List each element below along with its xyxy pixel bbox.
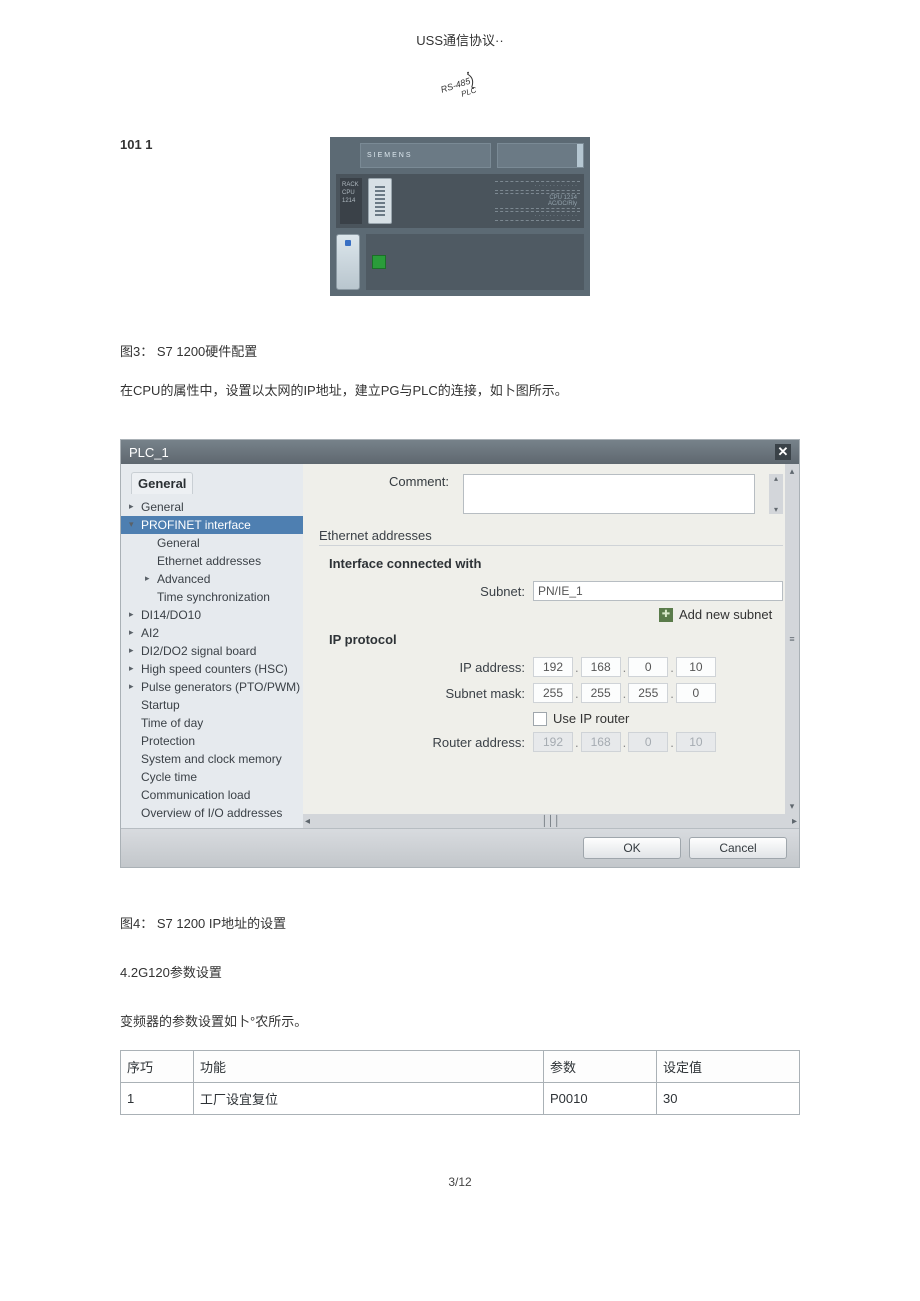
nav-profinet[interactable]: PROFINET interface (121, 516, 303, 534)
section-4-2: 4.2G120参数设置 (120, 962, 920, 981)
nav-advanced[interactable]: Advanced (121, 570, 303, 588)
tab-general[interactable]: General (131, 472, 193, 494)
rs485-plc-logo: RS-485 PLC (435, 67, 485, 107)
hw-slot (368, 178, 392, 224)
cancel-button[interactable]: Cancel (689, 837, 787, 859)
router-address-label: Router address: (319, 735, 533, 750)
nav-di14[interactable]: DI14/DO10 (121, 606, 303, 624)
section-4-2-line: 变频器的参数设置如卜°农所示。 (120, 1011, 920, 1030)
nav-profinet-general[interactable]: General (121, 534, 303, 552)
nav-time-sync[interactable]: Time synchronization (121, 588, 303, 606)
use-ip-router-label: Use IP router (553, 711, 629, 726)
th-val: 设定值 (657, 1051, 800, 1083)
subnet-label: Subnet: (319, 584, 533, 599)
page-number: 3/12 (0, 1175, 920, 1189)
comment-scrollbar[interactable]: ▴▾ (769, 474, 783, 514)
subnet-mask-input[interactable]: 255. 255. 255. 0 (533, 683, 716, 703)
add-subnet-button[interactable]: Add new subnet (679, 607, 772, 622)
nav-ethernet-addresses[interactable]: Ethernet addresses (121, 552, 303, 570)
nav-ai2[interactable]: AI2 (121, 624, 303, 642)
th-par: 参数 (544, 1051, 657, 1083)
sub-interface-connected: Interface connected with (329, 556, 783, 571)
fig4-caption: 图4： S7 1200 IP地址的设置 (120, 913, 920, 932)
nav-ioover[interactable]: Overview of I/O addresses (121, 804, 303, 822)
comment-label: Comment: (319, 474, 449, 489)
fig3-para: 在CPU的属性中，设置以太网的IP地址，建立PG与PLC的连接，如卜图所示。 (120, 380, 920, 399)
nav-commload[interactable]: Communication load (121, 786, 303, 804)
nav-di2do2[interactable]: DI2/DO2 signal board (121, 642, 303, 660)
sub-ip-protocol: IP protocol (329, 632, 783, 647)
nav-general[interactable]: General (121, 498, 303, 516)
subnet-select[interactable]: PN/IE_1 (533, 581, 783, 601)
section-ethernet-addresses: Ethernet addresses (319, 528, 783, 546)
dialog-titlebar: PLC_1 ✕ (121, 440, 799, 464)
page-header: USS通信协议·· (0, 30, 920, 49)
router-address-input: 192. 168. 0. 10 (533, 732, 716, 752)
table-row: 1 工厂设宜复位 P0010 30 (121, 1083, 800, 1115)
plc-properties-dialog: PLC_1 ✕ General General PROFINET interfa… (120, 439, 800, 868)
th-fn: 功能 (194, 1051, 544, 1083)
table-header-row: 序巧 功能 参数 设定值 (121, 1051, 800, 1083)
rack-label: RACKCPU 1214 (340, 178, 362, 224)
comment-textarea[interactable] (463, 474, 755, 514)
right-scrollbar[interactable]: ▴≡▾ (785, 464, 799, 814)
close-icon[interactable]: ✕ (775, 444, 791, 460)
nav-cycle[interactable]: Cycle time (121, 768, 303, 786)
nav-tod[interactable]: Time of day (121, 714, 303, 732)
hw-device (336, 234, 360, 290)
nav-protection[interactable]: Protection (121, 732, 303, 750)
parameter-table: 序巧 功能 参数 设定值 1 工厂设宜复位 P0010 30 (120, 1050, 800, 1115)
ok-button[interactable]: OK (583, 837, 681, 859)
use-ip-router-checkbox[interactable] (533, 712, 547, 726)
label-101: 101 1 (120, 137, 153, 152)
dialog-title: PLC_1 (129, 445, 169, 460)
add-subnet-icon[interactable]: ✚ (659, 608, 673, 622)
hw-panel (366, 234, 584, 290)
nav-startup[interactable]: Startup (121, 696, 303, 714)
nav-hsc[interactable]: High speed counters (HSC) (121, 660, 303, 678)
property-tree: General PROFINET interface General Ether… (121, 498, 303, 822)
siemens-label: SIEMENS (360, 143, 491, 168)
fig3-caption: 图3： S7 1200硬件配置 (120, 341, 920, 360)
subnet-mask-label: Subnet mask: (319, 686, 533, 701)
nav-sysclock[interactable]: System and clock memory (121, 750, 303, 768)
ip-address-label: IP address: (319, 660, 533, 675)
horizontal-scrollbar[interactable]: ◂│││▸ (303, 814, 799, 828)
ip-address-input[interactable]: 192. 168. 0. 10 (533, 657, 716, 677)
nav-pto[interactable]: Pulse generators (PTO/PWM) (121, 678, 303, 696)
th-sn: 序巧 (121, 1051, 194, 1083)
hw-config-figure: SIEMENS RACKCPU 1214 · · · · · · · · · ·… (330, 137, 590, 296)
